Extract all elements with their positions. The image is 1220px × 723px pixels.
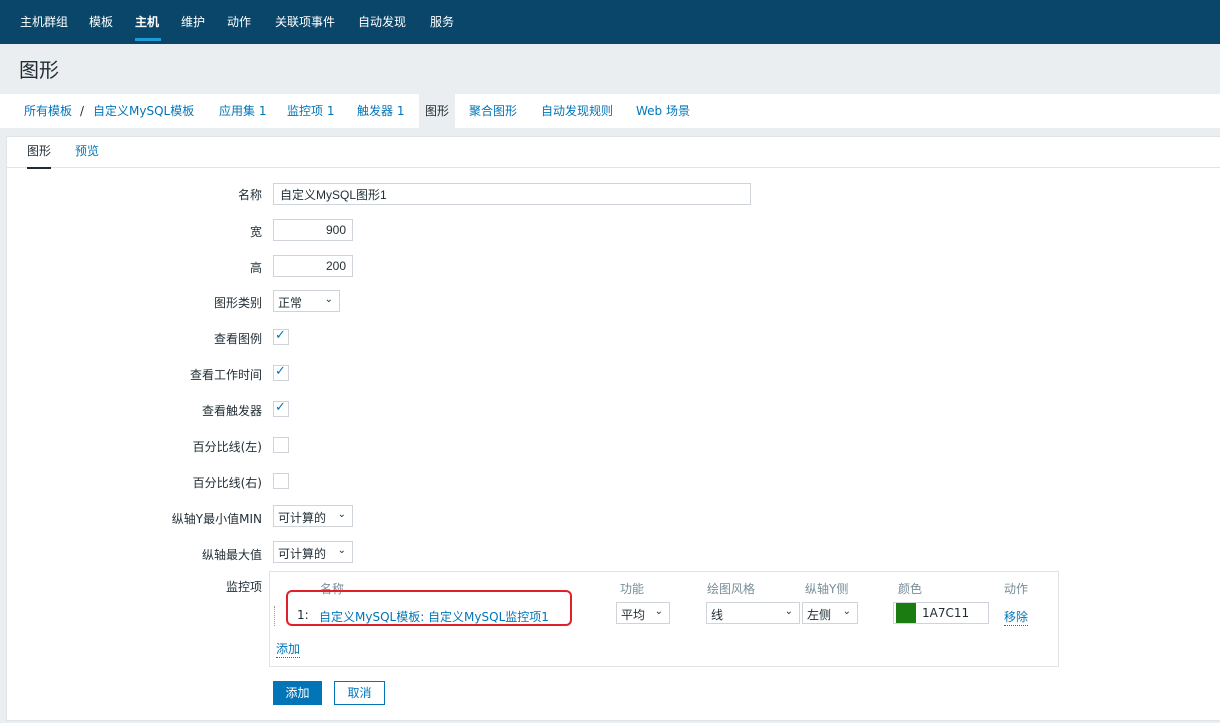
tab-preview[interactable]: 预览: [75, 137, 99, 167]
function-select[interactable]: 平均 ⌄: [616, 602, 670, 624]
breadcrumb-all-templates[interactable]: 所有模板: [24, 94, 72, 128]
breadcrumb-template[interactable]: 自定义MySQL模板: [93, 94, 194, 128]
percentile-left-checkbox[interactable]: [273, 437, 289, 453]
check-icon: ✓: [275, 400, 286, 415]
header-draw-style: 绘图风格: [707, 582, 756, 596]
top-navigation: 主机群组 模板 主机 维护 动作 关联项事件 自动发现 服务: [0, 0, 1220, 44]
breadcrumb-triggers[interactable]: 触发器 1: [357, 94, 404, 128]
nav-actions[interactable]: 动作: [227, 0, 251, 44]
show-legend-label: 查看图例: [213, 332, 262, 346]
color-swatch[interactable]: [896, 603, 916, 623]
show-worktime-checkbox[interactable]: ✓: [273, 364, 289, 381]
width-label: 宽: [249, 225, 262, 239]
nav-discovery[interactable]: 自动发现: [358, 0, 406, 44]
chevron-down-icon: ⌄: [337, 509, 346, 520]
height-input[interactable]: [273, 255, 353, 277]
nav-host-groups[interactable]: 主机群组: [20, 0, 68, 44]
percentile-right-label: 百分比线(右): [192, 476, 262, 490]
yaxis-side-select[interactable]: 左侧 ⌄: [802, 602, 858, 624]
header-yaxis-side: 纵轴Y侧: [805, 582, 849, 596]
show-worktime-label: 查看工作时间: [189, 368, 262, 382]
ymax-select[interactable]: 可计算的 ⌄: [273, 541, 353, 563]
highlight-annotation: [286, 590, 572, 626]
drag-handle[interactable]: [274, 606, 278, 626]
color-value: 1A7C11: [922, 606, 970, 620]
chevron-down-icon: ⌄: [324, 294, 333, 305]
ymin-select[interactable]: 可计算的 ⌄: [273, 505, 353, 527]
breadcrumb-graphs: 图形: [419, 94, 456, 128]
items-label: 监控项: [225, 580, 262, 594]
tab-graph[interactable]: 图形: [27, 137, 52, 169]
chevron-down-icon: ⌄: [784, 606, 793, 617]
nav-services[interactable]: 服务: [430, 0, 454, 44]
chevron-down-icon: ⌄: [654, 606, 663, 617]
page-title: 图形: [19, 58, 59, 82]
active-nav-indicator: [135, 38, 161, 41]
percentile-left-label: 百分比线(左): [192, 440, 262, 454]
nav-event-correlation[interactable]: 关联项事件: [275, 0, 335, 44]
header-action: 动作: [1004, 582, 1029, 596]
yaxis-side-value: 左侧: [807, 608, 832, 622]
show-legend-checkbox[interactable]: ✓: [273, 328, 289, 345]
nav-templates[interactable]: 模板: [89, 0, 113, 44]
graph-type-value: 正常: [278, 296, 303, 310]
percentile-right-checkbox[interactable]: [273, 473, 289, 489]
show-triggers-label: 查看触发器: [201, 404, 262, 418]
tab-bar: 图形 预览: [7, 137, 1220, 169]
width-input[interactable]: [273, 219, 353, 241]
add-button[interactable]: 添加: [273, 681, 322, 705]
header-function: 功能: [620, 582, 645, 596]
chevron-down-icon: ⌄: [337, 545, 346, 556]
add-item-link[interactable]: 添加: [276, 640, 301, 658]
ymax-label: 纵轴最大值: [201, 548, 262, 562]
ymin-label: 纵轴Y最小值MIN: [171, 512, 262, 526]
check-icon: ✓: [275, 364, 286, 379]
breadcrumb-discovery-rules[interactable]: 自动发现规则: [541, 94, 613, 128]
breadcrumb: 所有模板 / 自定义MySQL模板 应用集 1 监控项 1 触发器 1 图形 聚…: [0, 94, 1220, 128]
breadcrumb-web-scenarios[interactable]: Web 场景: [636, 94, 690, 128]
ymin-value: 可计算的: [278, 511, 327, 525]
height-label: 高: [249, 261, 262, 275]
remove-item-link[interactable]: 移除: [1004, 608, 1029, 626]
draw-style-select[interactable]: 线 ⌄: [706, 602, 800, 624]
nav-maintenance[interactable]: 维护: [181, 0, 205, 44]
breadcrumb-screens[interactable]: 聚合图形: [469, 94, 517, 128]
color-input[interactable]: 1A7C11: [893, 602, 989, 624]
chevron-down-icon: ⌄: [842, 606, 851, 617]
breadcrumb-separator: /: [80, 104, 85, 118]
show-triggers-checkbox[interactable]: ✓: [273, 400, 289, 417]
header-color: 颜色: [898, 582, 923, 596]
graph-type-label: 图形类别: [213, 296, 262, 310]
ymax-value: 可计算的: [278, 547, 327, 561]
function-value: 平均: [621, 608, 646, 622]
draw-style-value: 线: [711, 608, 724, 622]
name-input[interactable]: [273, 183, 751, 205]
breadcrumb-applications[interactable]: 应用集 1: [219, 94, 266, 128]
check-icon: ✓: [275, 328, 286, 343]
cancel-button[interactable]: 取消: [334, 681, 385, 705]
graph-type-select[interactable]: 正常 ⌄: [273, 290, 340, 312]
breadcrumb-items[interactable]: 监控项 1: [287, 94, 334, 128]
name-label: 名称: [237, 188, 262, 202]
